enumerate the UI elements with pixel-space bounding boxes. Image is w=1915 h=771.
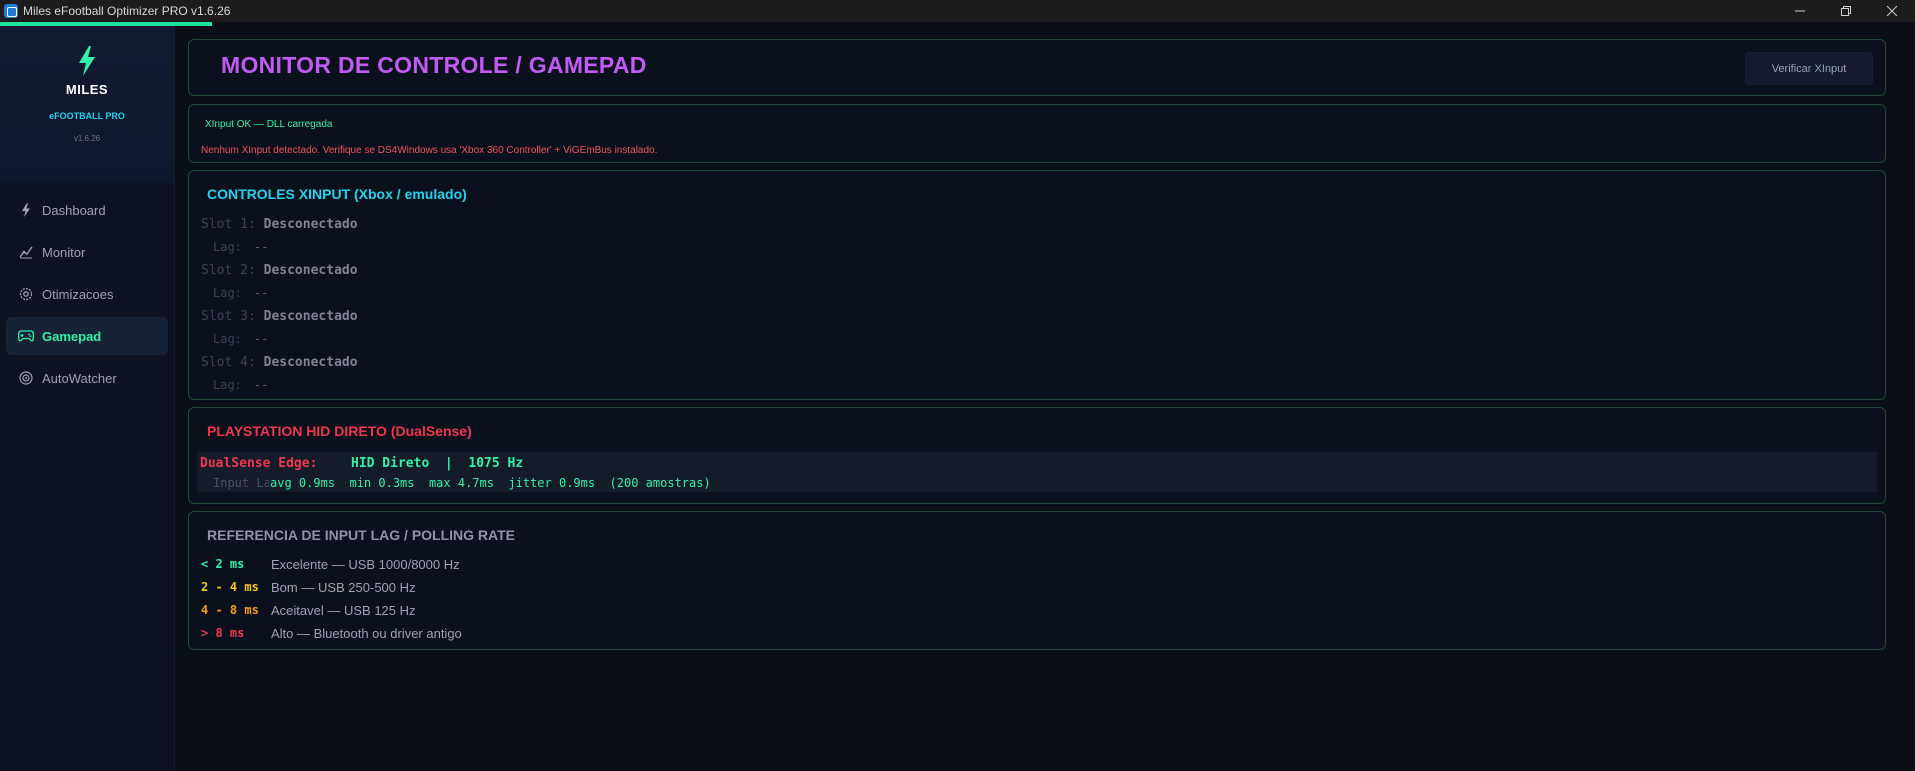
brand-subtitle: eFOOTBALL PRO: [49, 111, 125, 121]
reference-description: Aceitavel — USB 125 Hz: [271, 603, 416, 618]
sidebar-item-otimizacoes[interactable]: Otimizacoes: [6, 275, 168, 313]
app-icon: [4, 4, 18, 18]
reference-range: > 8 ms: [201, 626, 245, 640]
xinput-slot: Slot 3: Desconectado: [201, 309, 358, 324]
slot-lag-label: Lag:: [213, 286, 242, 300]
status-panel: XInput OK — DLL carregada Nenhum XInput …: [188, 104, 1886, 163]
slot-lag: Lag: --: [213, 378, 268, 392]
hid-input-lag-label: Input Lag:: [213, 476, 269, 490]
slot-lag-label: Lag:: [213, 240, 242, 254]
minimize-icon: [1795, 10, 1805, 12]
sidebar-item-label: Gamepad: [42, 328, 102, 344]
slot-lag-value: --: [253, 332, 269, 346]
slot-label: Slot 4:: [201, 355, 256, 370]
xinput-slot: Slot 1: Desconectado: [201, 217, 358, 232]
gear-icon: [18, 286, 34, 302]
hid-input-lag-stats: avg 0.9ms min 0.3ms max 4.7ms jitter 0.9…: [270, 476, 711, 490]
gamepad-icon: [18, 328, 34, 344]
sidebar: MILES eFOOTBALL PRO v1.6.26 Dashboard Mo…: [0, 22, 212, 771]
app-version: v1.6.26: [73, 134, 101, 143]
window-title: Miles eFootball Optimizer PRO v1.6.26: [23, 4, 231, 18]
sidebar-item-label: Dashboard: [42, 202, 106, 218]
sidebar-item-dashboard[interactable]: Dashboard: [6, 191, 168, 229]
sidebar-item-label: AutoWatcher: [42, 370, 117, 386]
close-button[interactable]: [1869, 0, 1915, 22]
restore-button[interactable]: [1823, 0, 1869, 22]
sidebar-accent-bar: [0, 22, 212, 26]
bolt-logo-icon: [79, 46, 95, 76]
slot-lag: Lag: --: [213, 286, 268, 300]
window-titlebar: Miles eFootball Optimizer PRO v1.6.26: [0, 0, 1915, 22]
xinput-section-title: CONTROLES XINPUT (Xbox / emulado): [207, 186, 467, 202]
xinput-error-message: Nenhum XInput detectado. Verifique se DS…: [201, 145, 658, 156]
close-icon: [1887, 6, 1897, 16]
hid-section-title: PLAYSTATION HID DIRETO (DualSense): [207, 423, 472, 439]
slot-label: Slot 2:: [201, 263, 256, 278]
eye-icon: [18, 370, 34, 386]
brand-name: MILES: [65, 82, 109, 97]
slot-status: Desconectado: [263, 217, 358, 232]
window-controls: [1777, 0, 1915, 22]
reference-description: Excelente — USB 1000/8000 Hz: [271, 557, 460, 572]
slot-status: Desconectado: [263, 355, 358, 370]
slot-status: Desconectado: [263, 263, 358, 278]
page-title: MONITOR DE CONTROLE / GAMEPAD: [221, 52, 647, 78]
input-lag-reference-panel: REFERENCIA DE INPUT LAG / POLLING RATE <…: [188, 511, 1886, 650]
xinput-controllers-panel: CONTROLES XINPUT (Xbox / emulado) Slot 1…: [188, 170, 1886, 400]
slot-lag-label: Lag:: [213, 332, 242, 346]
sidebar-item-monitor[interactable]: Monitor: [6, 233, 168, 271]
sidebar-nav: Dashboard Monitor Otimizacoes Gamepad Au…: [0, 183, 174, 401]
slot-label: Slot 1:: [201, 217, 256, 232]
slot-status: Desconectado: [263, 309, 358, 324]
slot-lag-value: --: [253, 286, 269, 300]
xinput-slot: Slot 2: Desconectado: [201, 263, 358, 278]
monitor-pulse-icon: [18, 244, 34, 260]
reference-section-title: REFERENCIA DE INPUT LAG / POLLING RATE: [207, 527, 516, 543]
reference-description: Alto — Bluetooth ou driver antigo: [271, 626, 462, 641]
minimize-button[interactable]: [1777, 0, 1823, 22]
sidebar-item-autowatcher[interactable]: AutoWatcher: [6, 359, 168, 397]
xinput-slot: Slot 4: Desconectado: [201, 355, 358, 370]
xinput-ok-message: XInput OK — DLL carregada: [205, 119, 333, 130]
slot-label: Slot 3:: [201, 309, 256, 324]
slot-lag-label: Lag:: [213, 378, 242, 392]
reference-description: Bom — USB 250-500 Hz: [271, 580, 416, 595]
playstation-hid-panel: PLAYSTATION HID DIRETO (DualSense) DualS…: [188, 407, 1886, 504]
hid-device-info: HID Direto | 1075 Hz: [351, 456, 524, 471]
slot-lag-value: --: [253, 378, 269, 392]
brand-block: MILES eFOOTBALL PRO v1.6.26: [0, 22, 174, 183]
reference-range: 2 - 4 ms: [201, 580, 259, 594]
restore-icon: [1841, 6, 1851, 16]
reference-range: 4 - 8 ms: [201, 603, 259, 617]
slot-lag: Lag: --: [213, 240, 268, 254]
slot-lag-value: --: [253, 240, 269, 254]
verify-xinput-button[interactable]: Verificar XInput: [1745, 52, 1873, 85]
page-header: MONITOR DE CONTROLE / GAMEPAD Verificar …: [188, 39, 1886, 96]
sidebar-item-label: Monitor: [42, 244, 86, 260]
sidebar-item-label: Otimizacoes: [42, 286, 114, 302]
slot-lag: Lag: --: [213, 332, 268, 346]
reference-range: < 2 ms: [201, 557, 245, 571]
bolt-icon: [18, 202, 34, 218]
sidebar-item-gamepad[interactable]: Gamepad: [6, 317, 168, 355]
hid-device-row: DualSense Edge: HID Direto | 1075 Hz Inp…: [197, 452, 1877, 492]
hid-device-name: DualSense Edge:: [200, 456, 318, 471]
